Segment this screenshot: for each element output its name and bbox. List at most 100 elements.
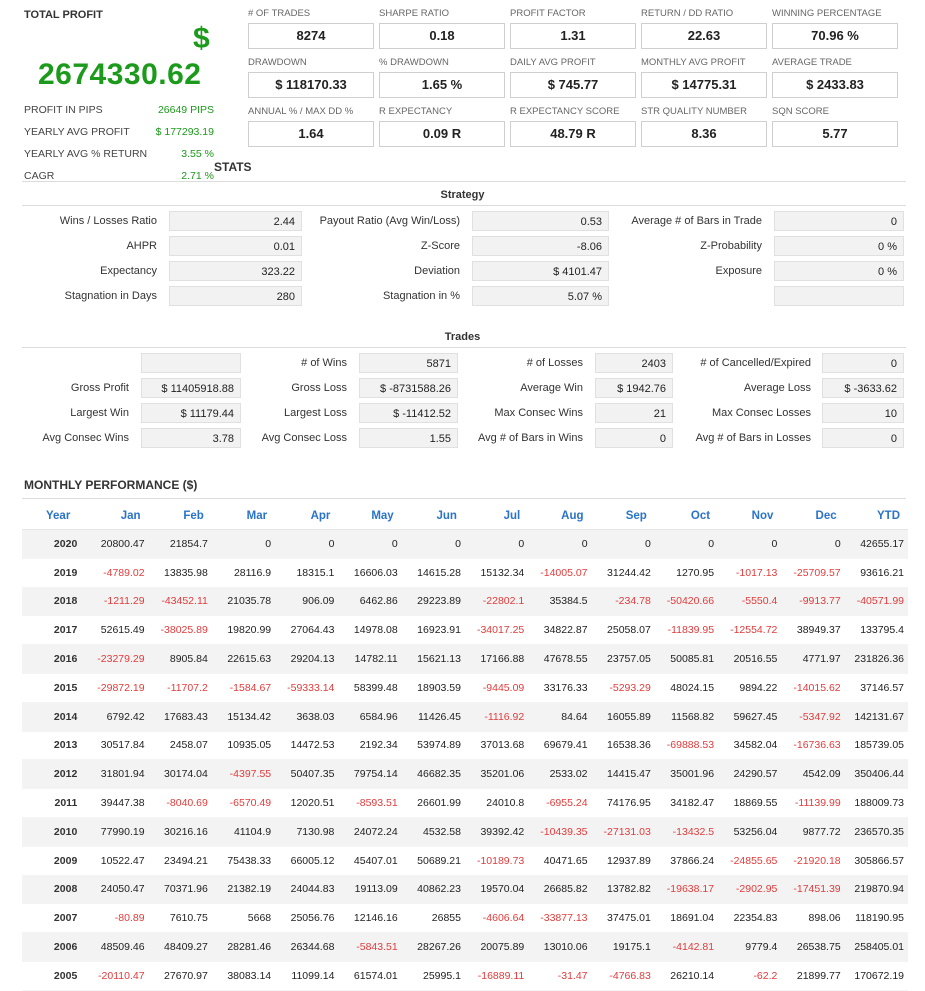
kpi-value: 8274 bbox=[248, 23, 374, 49]
month-value-cell: 75438.33 bbox=[211, 846, 276, 876]
month-value-cell: 14978.08 bbox=[338, 615, 402, 646]
column-header-aug: Aug bbox=[528, 503, 592, 530]
month-value-cell: 29223.89 bbox=[401, 587, 465, 617]
month-value-cell: -8593.51 bbox=[338, 788, 402, 818]
month-value-cell: -19638.17 bbox=[654, 875, 719, 905]
kpi-value: 0.18 bbox=[379, 23, 505, 49]
kpi-value: 1.64 bbox=[248, 121, 374, 147]
month-value-cell: -11707.2 bbox=[148, 673, 212, 703]
year-cell: 2018 bbox=[22, 587, 86, 617]
month-value-cell: 39447.38 bbox=[85, 788, 149, 818]
month-value-cell: 0 bbox=[401, 529, 465, 559]
month-value-cell: -1211.29 bbox=[85, 587, 149, 617]
month-value-cell: 24072.24 bbox=[338, 817, 402, 847]
year-cell: 2014 bbox=[22, 702, 86, 732]
kpi-value: 0.09 R bbox=[379, 121, 505, 147]
monthly-header-row: Year Jan Feb Mar Apr May Jun Jul Aug Sep Oct Nov Dec… bbox=[22, 503, 908, 530]
month-value-cell: 18903.59 bbox=[401, 673, 465, 703]
stats-divider bbox=[22, 181, 906, 182]
month-value-cell: -5293.29 bbox=[591, 673, 655, 703]
kpi-value: 70.96 % bbox=[772, 23, 898, 49]
month-value-cell: -1017.13 bbox=[718, 558, 782, 588]
month-value-cell: 42655.17 bbox=[844, 529, 908, 559]
month-value-cell: -38025.89 bbox=[148, 615, 212, 646]
month-value-cell: 19820.99 bbox=[211, 615, 276, 646]
column-header-oct: Oct bbox=[654, 503, 719, 530]
month-value-cell: 0 bbox=[528, 529, 592, 559]
month-value-cell: 34822.87 bbox=[528, 615, 592, 646]
month-value-cell: 0 bbox=[211, 529, 276, 559]
trades-value: 5871 bbox=[359, 353, 458, 373]
month-value-cell: 12020.51 bbox=[275, 788, 339, 818]
kpi-label: DAILY AVG PROFIT bbox=[510, 57, 596, 68]
month-value-cell: 38083.14 bbox=[211, 961, 276, 991]
month-value-cell: -24855.65 bbox=[718, 846, 782, 876]
trades-label: Largest Win bbox=[70, 407, 129, 419]
trades-label: Max Consec Wins bbox=[494, 407, 583, 419]
table-row: 2006 48509.46 48409.27 28281.46 26344.68 -584… bbox=[22, 932, 908, 962]
month-value-cell: 6792.42 bbox=[85, 702, 149, 732]
trades-divider bbox=[22, 347, 906, 348]
yearly-avg-profit-label: YEARLY AVG PROFIT bbox=[24, 126, 130, 138]
kpi-label: SHARPE RATIO bbox=[379, 8, 450, 19]
month-value-cell: 48409.27 bbox=[148, 932, 212, 962]
kpi-card: ANNUAL % / MAX DD % 1.64 bbox=[248, 106, 374, 147]
table-row: 2019 -4789.02 13835.98 28116.9 18315.1 16606.… bbox=[22, 558, 908, 588]
month-value-cell: 14415.47 bbox=[591, 759, 655, 790]
kpi-label: % DRAWDOWN bbox=[379, 57, 449, 68]
dollar-icon: $ bbox=[193, 22, 210, 55]
trades-value: 2403 bbox=[595, 353, 673, 373]
month-value-cell: 24044.83 bbox=[275, 875, 339, 905]
month-value-cell: 20800.47 bbox=[85, 529, 149, 559]
month-value-cell: -1116.92 bbox=[464, 702, 529, 732]
kpi-value: 48.79 R bbox=[510, 121, 636, 147]
month-value-cell: -31.47 bbox=[528, 961, 592, 991]
strategy-label: Z-Score bbox=[420, 240, 460, 252]
month-value-cell: 50689.21 bbox=[401, 846, 465, 876]
trades-value: $ -3633.62 bbox=[822, 378, 904, 398]
month-value-cell: -80.89 bbox=[85, 903, 149, 934]
profit-in-pips-label: PROFIT IN PIPS bbox=[24, 104, 103, 116]
monthly-divider bbox=[22, 498, 906, 499]
month-value-cell: 93616.21 bbox=[844, 558, 908, 588]
kpi-label: SQN SCORE bbox=[772, 106, 830, 117]
table-row: 2009 10522.47 23494.21 75438.33 66005.12 4540… bbox=[22, 846, 908, 876]
month-value-cell: -4789.02 bbox=[85, 558, 149, 588]
month-value-cell: -13432.5 bbox=[654, 817, 719, 847]
month-value-cell: 0 bbox=[654, 529, 719, 559]
month-value-cell: 74176.95 bbox=[591, 788, 655, 818]
month-value-cell: 13782.82 bbox=[591, 875, 655, 905]
year-cell: 2010 bbox=[22, 817, 86, 847]
trades-label: Avg Consec Loss bbox=[261, 432, 347, 444]
strategy-label: Expectancy bbox=[100, 265, 157, 277]
kpi-value: $ 2433.83 bbox=[772, 72, 898, 98]
month-value-cell: 898.06 bbox=[781, 903, 845, 934]
month-value-cell: 19175.1 bbox=[591, 932, 655, 962]
trades-title: Trades bbox=[444, 331, 481, 343]
year-cell: 2007 bbox=[22, 903, 86, 934]
table-row: 2015 -29872.19 -11707.2 -1584.67 -59333.14 58… bbox=[22, 673, 908, 703]
month-value-cell: 188009.73 bbox=[844, 788, 908, 818]
profit-in-pips-row: PROFIT IN PIPS 26649 PIPS bbox=[24, 104, 214, 116]
total-profit-value: 2674330.62 bbox=[38, 58, 202, 91]
month-value-cell: -43452.11 bbox=[148, 587, 212, 617]
month-value-cell: -12554.72 bbox=[718, 615, 782, 646]
month-value-cell: 0 bbox=[718, 529, 782, 559]
stats-title: STATS bbox=[214, 160, 252, 174]
month-value-cell: 79754.14 bbox=[338, 759, 402, 790]
month-value-cell: 30174.04 bbox=[148, 759, 212, 790]
month-value-cell: 37475.01 bbox=[591, 903, 655, 934]
strategy-label: Exposure bbox=[715, 265, 762, 277]
month-value-cell: 1270.95 bbox=[654, 558, 719, 588]
kpi-card: R EXPECTANCY 0.09 R bbox=[379, 106, 505, 147]
strategy-title: Strategy bbox=[440, 189, 485, 201]
month-value-cell: 16055.89 bbox=[591, 702, 655, 732]
column-header-jun: Jun bbox=[401, 503, 465, 530]
kpi-card: # OF TRADES 8274 bbox=[248, 8, 374, 49]
month-value-cell: 84.64 bbox=[528, 702, 592, 732]
strategy-value: 0 bbox=[774, 211, 904, 231]
month-value-cell: 23494.21 bbox=[148, 846, 212, 876]
trades-label: # of Cancelled/Expired bbox=[700, 357, 811, 369]
month-value-cell: 236570.35 bbox=[844, 817, 908, 847]
trades-value: $ 11405918.88 bbox=[141, 378, 241, 398]
